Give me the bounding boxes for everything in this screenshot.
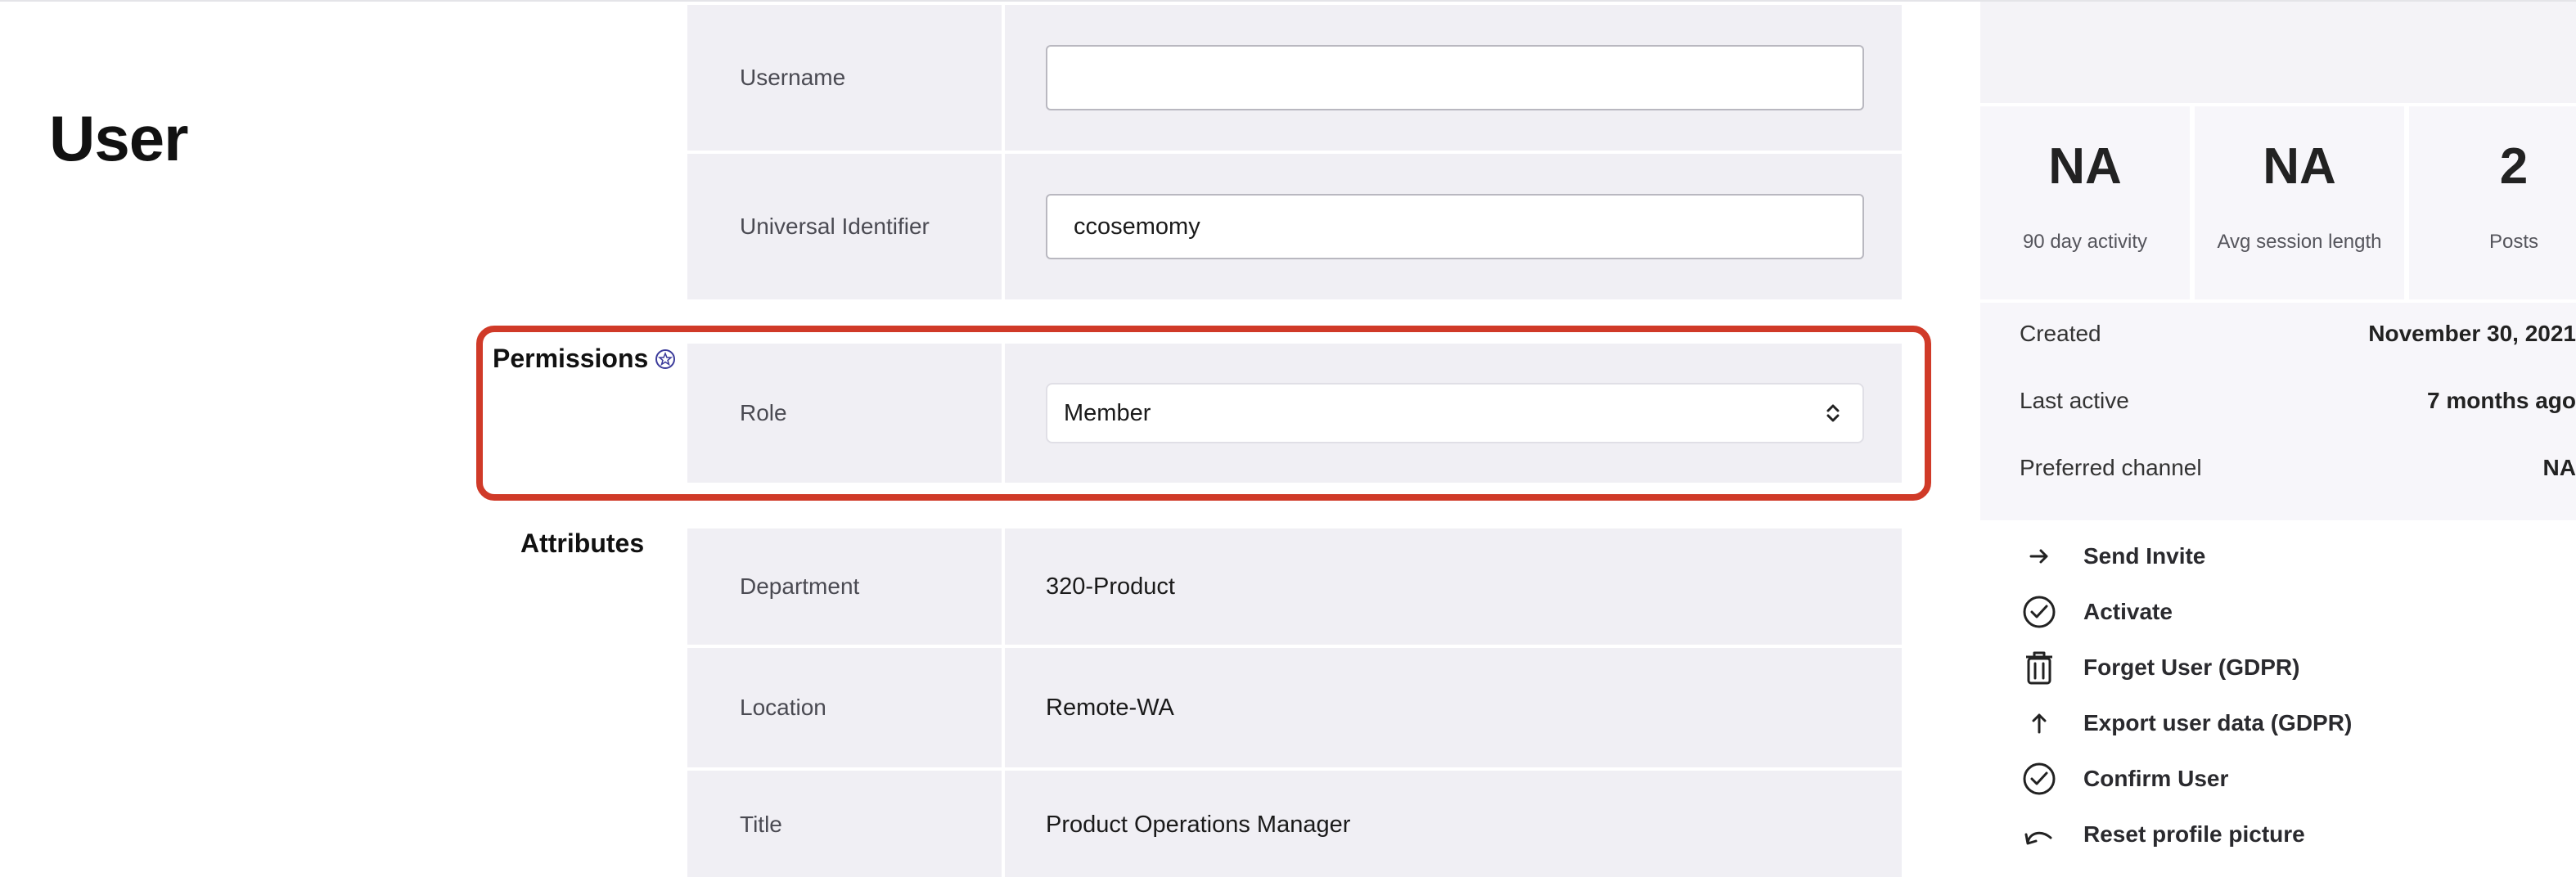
location-label: Location	[687, 648, 1002, 767]
department-label-text: Department	[740, 573, 860, 599]
title-value-cell: Product Operations Manager	[1005, 771, 1902, 877]
stat-avg-session-length: NA Avg session length	[2195, 106, 2404, 299]
role-select-value: Member	[1064, 399, 1151, 426]
role-select[interactable]: Member	[1046, 383, 1864, 443]
reset-profile-picture-button[interactable]: Reset profile picture	[2020, 815, 2305, 854]
username-label: Username	[687, 5, 1002, 151]
role-field-cell: Member	[1005, 344, 1902, 483]
undo-icon	[2020, 815, 2059, 854]
department-value: 320-Product	[1046, 573, 1175, 600]
arrow-right-icon	[2020, 537, 2059, 576]
title-label-text: Title	[740, 812, 782, 837]
title-label: Title	[687, 771, 1002, 877]
stat-90-day-activity: NA 90 day activity	[1980, 106, 2190, 299]
stat-value: NA	[2263, 138, 2336, 195]
permissions-heading-text: Permissions	[493, 344, 649, 373]
stat-posts: 2 Posts	[2409, 106, 2576, 299]
forget-user-gdpr-button[interactable]: Forget User (GDPR)	[2020, 648, 2299, 687]
action-label: Export user data (GDPR)	[2083, 710, 2353, 735]
action-label: Confirm User	[2083, 766, 2229, 791]
detail-value: November 30, 2021	[2368, 321, 2576, 346]
stat-label: Posts	[2488, 231, 2539, 253]
action-label: Send Invite	[2083, 543, 2206, 569]
confirm-user-button[interactable]: Confirm User	[2020, 759, 2228, 798]
detail-value: NA	[2542, 455, 2576, 480]
role-label: Role	[687, 344, 1002, 483]
action-label: Reset profile picture	[2083, 821, 2305, 847]
stat-label: Avg session length	[2217, 231, 2382, 253]
username-input[interactable]	[1046, 45, 1864, 110]
info-badge-icon[interactable]	[655, 349, 676, 370]
universal-identifier-field-cell	[1005, 154, 1902, 299]
detail-preferred-channel: Preferred channel NA	[2020, 452, 2576, 484]
page-title: User	[49, 102, 188, 174]
universal-identifier-label: Universal Identifier	[687, 154, 1002, 299]
attributes-heading: Attributes	[520, 528, 644, 559]
user-page: User Username Universal Identifier Permi…	[0, 0, 2576, 877]
role-label-text: Role	[740, 400, 787, 425]
user-summary-panel: NA 90 day activity NA Avg session length…	[1980, 2, 2576, 877]
activate-button[interactable]: Activate	[2020, 592, 2173, 632]
action-label: Activate	[2083, 599, 2173, 624]
department-value-cell: 320-Product	[1005, 528, 1902, 645]
check-circle-icon	[2020, 592, 2059, 632]
location-value: Remote-WA	[1046, 694, 1174, 721]
location-label-text: Location	[740, 695, 826, 720]
trash-icon	[2020, 648, 2059, 687]
action-label: Forget User (GDPR)	[2083, 654, 2300, 680]
detail-last-active: Last active 7 months ago	[2020, 385, 2576, 417]
attributes-heading-text: Attributes	[520, 528, 645, 558]
panel-header-strip	[1980, 2, 2576, 103]
username-label-text: Username	[740, 65, 846, 90]
check-circle-icon	[2020, 759, 2059, 798]
select-chevron-icon	[1826, 404, 1840, 422]
stat-value: 2	[2499, 138, 2529, 195]
detail-label: Last active	[2020, 388, 2129, 413]
send-invite-button[interactable]: Send Invite	[2020, 537, 2205, 576]
location-value-cell: Remote-WA	[1005, 648, 1902, 767]
universal-identifier-label-text: Universal Identifier	[740, 214, 930, 239]
stat-label: 90 day activity	[2022, 231, 2148, 253]
detail-value: 7 months ago	[2426, 388, 2576, 413]
title-value: Product Operations Manager	[1046, 811, 1351, 838]
export-user-data-gdpr-button[interactable]: Export user data (GDPR)	[2020, 704, 2352, 743]
detail-label: Created	[2020, 321, 2101, 346]
arrow-up-icon	[2020, 704, 2059, 743]
username-field-cell	[1005, 5, 1902, 151]
permissions-heading: Permissions	[493, 344, 676, 374]
detail-created: Created November 30, 2021	[2020, 317, 2576, 350]
detail-label: Preferred channel	[2020, 455, 2202, 480]
department-label: Department	[687, 528, 1002, 645]
universal-identifier-input[interactable]	[1046, 194, 1864, 259]
stat-value: NA	[2048, 138, 2122, 195]
user-details: Created November 30, 2021 Last active 7 …	[1980, 303, 2576, 520]
